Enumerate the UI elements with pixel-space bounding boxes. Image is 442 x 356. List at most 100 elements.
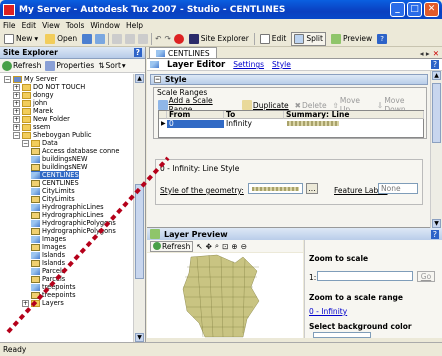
scroll-thumb[interactable] bbox=[432, 83, 441, 143]
help-icon[interactable]: ? bbox=[377, 33, 388, 44]
tree-item[interactable]: − Data bbox=[22, 139, 58, 147]
expand-toggle-icon[interactable]: + bbox=[13, 83, 20, 91]
settings-link[interactable]: Settings bbox=[233, 60, 264, 69]
help-icon[interactable]: ? bbox=[430, 229, 439, 239]
menu-help[interactable]: Help bbox=[126, 21, 143, 30]
menu-window[interactable]: Window bbox=[90, 21, 120, 30]
tree-item[interactable]: − My Server bbox=[4, 75, 57, 83]
tree-item[interactable]: Images bbox=[31, 235, 66, 243]
go-button[interactable]: Go bbox=[417, 271, 435, 282]
open-button[interactable]: Open bbox=[43, 32, 79, 46]
zoom-out-icon[interactable]: ⊖ bbox=[241, 242, 247, 251]
split-view-button[interactable]: Split bbox=[291, 31, 326, 46]
tree-item[interactable]: + dongy bbox=[13, 91, 54, 99]
duplicate-button[interactable]: Duplicate bbox=[241, 100, 289, 110]
maximize-button[interactable]: □ bbox=[407, 2, 422, 17]
help-icon[interactable]: ? bbox=[133, 48, 142, 57]
tree-item[interactable]: + Marek bbox=[13, 107, 53, 115]
collapse-icon[interactable]: − bbox=[154, 76, 161, 83]
menu-file[interactable]: File bbox=[3, 21, 16, 30]
pan-tool-icon[interactable]: ✥ bbox=[206, 242, 212, 251]
tree-item[interactable]: HydrographicLines bbox=[31, 211, 104, 219]
feature-label-field[interactable]: None bbox=[378, 183, 418, 194]
browse-style-button[interactable]: ... bbox=[306, 183, 318, 194]
properties-button[interactable]: Properties bbox=[45, 60, 94, 71]
tab-centlines[interactable]: CENTLINES bbox=[149, 47, 217, 58]
tree-item[interactable]: buildingsNEW bbox=[31, 155, 87, 163]
expand-toggle-icon[interactable]: + bbox=[13, 99, 20, 107]
expand-toggle-icon[interactable]: − bbox=[13, 131, 20, 139]
site-explorer-button[interactable]: Site Explorer bbox=[187, 32, 251, 46]
tree-item[interactable]: HydrographicPolygons bbox=[31, 227, 116, 235]
geometry-style-field[interactable] bbox=[248, 183, 303, 194]
style-section-header[interactable]: − Style bbox=[150, 74, 428, 85]
tree-item[interactable]: Parcels bbox=[31, 267, 65, 275]
zoom-rect-icon[interactable]: ⌕ bbox=[215, 241, 219, 251]
refresh-button[interactable]: Refresh bbox=[2, 60, 41, 71]
expand-toggle-icon[interactable]: + bbox=[22, 299, 29, 307]
tree-scrollbar[interactable]: ▲ ▼ bbox=[133, 74, 145, 342]
range-from-cell[interactable]: 0 bbox=[167, 120, 224, 128]
tree-item[interactable]: + ssem bbox=[13, 123, 50, 131]
zoom-in-icon[interactable]: ⊕ bbox=[231, 242, 237, 251]
tree-item[interactable]: Images bbox=[31, 243, 66, 251]
tree-item[interactable]: + john bbox=[13, 99, 47, 107]
undo-icon[interactable]: ↶ bbox=[155, 34, 161, 43]
scale-input[interactable] bbox=[317, 271, 413, 281]
save-all-icon[interactable] bbox=[95, 33, 106, 44]
copy-icon[interactable] bbox=[125, 33, 136, 44]
tree-item[interactable]: + DO NOT TOUCH bbox=[13, 83, 85, 91]
select-tool-icon[interactable]: ↖ bbox=[196, 242, 202, 251]
tree-item[interactable]: buildingsNEW bbox=[31, 163, 87, 171]
tree-item[interactable]: treepoints bbox=[31, 291, 76, 299]
preview-button[interactable]: Preview bbox=[329, 32, 374, 46]
expand-toggle-icon[interactable]: − bbox=[4, 75, 11, 83]
tab-scroll-arrows[interactable]: ◂ ▸ bbox=[420, 49, 430, 58]
new-button[interactable]: New ▾ bbox=[2, 32, 40, 46]
scroll-down-arrow[interactable]: ▼ bbox=[432, 219, 441, 228]
style-link[interactable]: Style bbox=[272, 60, 291, 69]
sort-button[interactable]: ⇅ Sort ▾ bbox=[98, 61, 125, 70]
tree-item[interactable]: CENTLINES bbox=[31, 171, 79, 179]
tree-item[interactable]: + Layers bbox=[22, 299, 64, 307]
layer-editor-scrollbar[interactable]: ▲ ▼ bbox=[430, 71, 442, 228]
preview-refresh-button[interactable]: Refresh bbox=[150, 240, 194, 252]
scroll-up-arrow[interactable]: ▲ bbox=[135, 74, 144, 83]
row-selector-icon[interactable]: ▶ bbox=[159, 120, 167, 128]
expand-toggle-icon[interactable]: + bbox=[13, 91, 20, 99]
tree-item[interactable]: + New Folder bbox=[13, 115, 70, 123]
menu-edit[interactable]: Edit bbox=[22, 21, 37, 30]
scroll-thumb[interactable] bbox=[135, 184, 144, 279]
menu-tools[interactable]: Tools bbox=[66, 21, 84, 30]
scroll-down-arrow[interactable]: ▼ bbox=[135, 333, 144, 342]
zoom-extent-icon[interactable]: ⊡ bbox=[222, 242, 228, 251]
tree-item[interactable]: CENTLINES bbox=[31, 179, 79, 187]
tree-item[interactable]: treepoints bbox=[31, 283, 76, 291]
tree-item[interactable]: HydrographicLines bbox=[31, 203, 104, 211]
tree-item[interactable]: Islands bbox=[31, 251, 65, 259]
edit-view-button[interactable]: Edit bbox=[258, 32, 289, 46]
tree-item[interactable]: Islands bbox=[31, 259, 65, 267]
tree-item[interactable]: CityLimits bbox=[31, 187, 75, 195]
close-button[interactable]: ✕ bbox=[424, 2, 439, 17]
save-icon[interactable] bbox=[82, 33, 93, 44]
delete-button[interactable]: ✖ Delete bbox=[295, 101, 327, 110]
redo-icon[interactable]: ↷ bbox=[164, 34, 170, 43]
bg-color-dropdown[interactable] bbox=[313, 332, 371, 338]
cut-icon[interactable] bbox=[112, 33, 123, 44]
tree-item[interactable]: CityLimits bbox=[31, 195, 75, 203]
minimize-button[interactable]: _ bbox=[390, 2, 405, 17]
expand-toggle-icon[interactable]: + bbox=[13, 107, 20, 115]
range-to-cell[interactable]: Infinity bbox=[224, 120, 284, 128]
close-tab-icon[interactable]: ✕ bbox=[433, 49, 439, 58]
expand-toggle-icon[interactable]: − bbox=[22, 139, 29, 147]
preview-map[interactable] bbox=[147, 253, 303, 338]
tree-item[interactable]: HydrographicPolygons bbox=[31, 219, 116, 227]
menu-view[interactable]: View bbox=[42, 21, 60, 30]
expand-toggle-icon[interactable]: + bbox=[13, 123, 20, 131]
paste-icon[interactable] bbox=[138, 33, 149, 44]
tree-item[interactable]: − Sheboygan Public bbox=[13, 131, 92, 139]
range-link[interactable]: 0 - Infinity bbox=[309, 307, 347, 316]
scroll-up-arrow[interactable]: ▲ bbox=[432, 71, 441, 80]
line-style-swatch[interactable] bbox=[287, 121, 339, 126]
